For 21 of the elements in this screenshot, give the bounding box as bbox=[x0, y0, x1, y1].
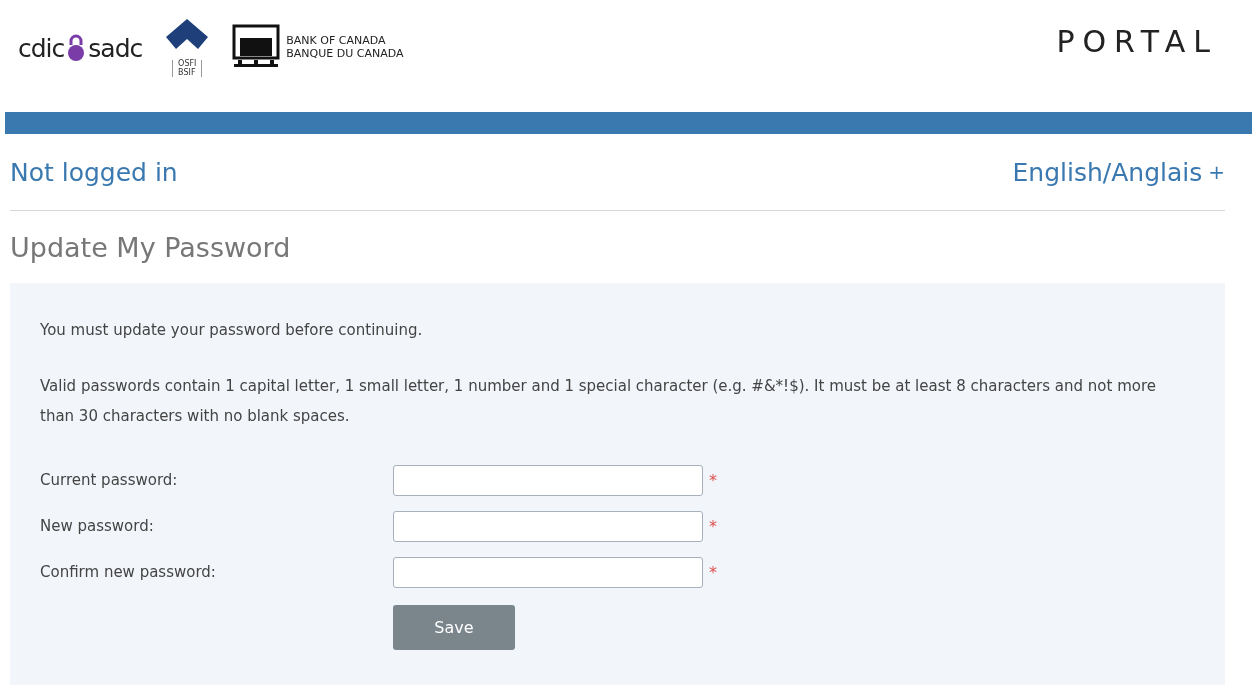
language-link[interactable]: English/Anglais + bbox=[1012, 157, 1225, 187]
cdic-wordmark: cdic bbox=[18, 33, 65, 63]
portal-title: PORTAL bbox=[1056, 23, 1218, 59]
field-label: Current password: bbox=[40, 471, 179, 489]
password-field[interactable] bbox=[393, 556, 703, 588]
required-mark: * bbox=[708, 470, 718, 490]
osfi-wordmark: OSFI BSIF bbox=[172, 59, 203, 78]
login-status: Not logged in bbox=[10, 157, 178, 187]
required-mark: * bbox=[708, 516, 718, 536]
notice-text: You must update your password before continuing. bbox=[40, 320, 424, 341]
password-field[interactable] bbox=[393, 510, 703, 542]
field-label: New password: bbox=[40, 517, 155, 535]
sadc-wordmark: sadc bbox=[88, 33, 143, 63]
page-title: Update My Password bbox=[9, 230, 292, 265]
required-mark: * bbox=[708, 562, 718, 582]
rules-text: Valid passwords contain 1 capital letter, 1 small letter, 1 number and 1 special character (e.g. #&*!$). It must be at least 8 characters and not more than 30 characters with no blank spaces. bbox=[40, 376, 1158, 427]
save-button[interactable]: Save bbox=[393, 605, 515, 650]
password-field[interactable] bbox=[393, 464, 703, 496]
padlock-icon bbox=[66, 33, 87, 63]
field-label: Confirm new password: bbox=[40, 563, 217, 581]
bank-of-canada-wordmark: BANK OF CANADA BANQUE DU CANADA bbox=[286, 35, 404, 61]
